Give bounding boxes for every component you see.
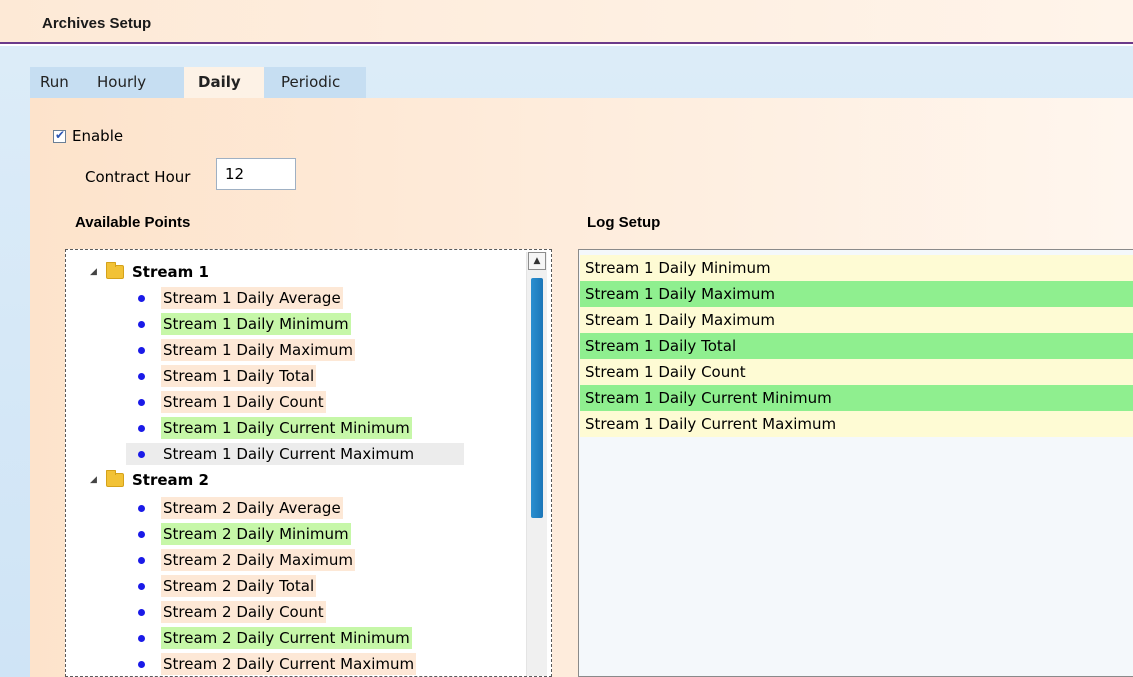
- bullet-icon: [138, 556, 145, 564]
- tree-item[interactable]: Stream 2 Daily Count: [126, 601, 326, 623]
- bullet-icon: [138, 346, 145, 354]
- enable-checkbox[interactable]: ✔: [53, 127, 66, 143]
- tree-item[interactable]: Stream 2 Daily Average: [126, 497, 343, 519]
- log-row[interactable]: Stream 1 Daily Maximum: [580, 307, 1133, 333]
- tree-item-label: Stream 2 Daily Total: [161, 575, 317, 597]
- tree-item[interactable]: Stream 1 Daily Minimum: [126, 313, 351, 335]
- tree-item-label: Stream 2 Daily Maximum: [161, 549, 355, 571]
- bullet-icon: [138, 294, 145, 302]
- tree-item-label: Stream 2 Daily Average: [161, 497, 343, 519]
- log-setup-list[interactable]: Stream 1 Daily Minimum Stream 1 Daily Ma…: [578, 249, 1133, 677]
- tree-item-label: Stream 2 Daily Current Minimum: [161, 627, 412, 649]
- tree-item[interactable]: Stream 2 Daily Total: [126, 575, 317, 597]
- window-title: Archives Setup: [42, 15, 152, 32]
- tree-item-label: Stream 1 Daily Count: [161, 391, 326, 413]
- tree-group-stream-2[interactable]: ◢ Stream 2: [90, 469, 209, 491]
- bullet-icon: [138, 372, 145, 380]
- tree-item-label: Stream 1 Daily Total: [161, 365, 317, 387]
- bullet-icon: [138, 608, 145, 616]
- available-points-tree[interactable]: ◢ Stream 1 Stream 1 Daily Average Stream…: [65, 249, 552, 677]
- log-row[interactable]: Stream 1 Daily Maximum: [580, 281, 1133, 307]
- scroll-up-arrow-icon[interactable]: ▲: [528, 252, 546, 270]
- tree-item-label: Stream 1 Daily Maximum: [161, 339, 355, 361]
- enable-label: Enable: [72, 127, 124, 145]
- window-header: Archives Setup: [0, 0, 1133, 44]
- tree-item-label: Stream 1 Daily Current Minimum: [161, 417, 412, 439]
- tree-item-label: Stream 1 Daily Current Maximum: [161, 443, 417, 465]
- expand-triangle-icon[interactable]: ◢: [90, 475, 106, 485]
- bullet-icon: [138, 450, 145, 458]
- bullet-icon: [138, 660, 145, 668]
- log-row[interactable]: Stream 1 Daily Count: [580, 359, 1133, 385]
- tree-item-label: Stream 2 Daily Current Maximum: [161, 653, 417, 675]
- log-row[interactable]: Stream 1 Daily Minimum: [580, 255, 1133, 281]
- expand-triangle-icon[interactable]: ◢: [90, 267, 106, 277]
- checkmark-icon: ✔: [55, 127, 66, 142]
- log-setup-title: Log Setup: [587, 214, 661, 231]
- tab-run[interactable]: Run: [40, 67, 80, 98]
- tree-item-label: Stream 2 Daily Count: [161, 601, 326, 623]
- tree-item[interactable]: Stream 1 Daily Count: [126, 391, 326, 413]
- group-label: Stream 2: [132, 471, 209, 489]
- folder-icon: [106, 262, 124, 279]
- tree-scrollbar[interactable]: ▲: [526, 252, 547, 676]
- bullet-icon: [138, 582, 145, 590]
- tree-item[interactable]: Stream 2 Daily Minimum: [126, 523, 351, 545]
- bullet-icon: [138, 424, 145, 432]
- tree-item-label: Stream 1 Daily Average: [161, 287, 343, 309]
- tab-periodic[interactable]: Periodic: [281, 67, 351, 98]
- folder-icon: [106, 470, 124, 487]
- tree-item-label: Stream 1 Daily Minimum: [161, 313, 351, 335]
- tab-daily[interactable]: Daily: [184, 67, 264, 98]
- tree-item[interactable]: Stream 1 Daily Current Minimum: [126, 417, 412, 439]
- tree-item-selected[interactable]: Stream 1 Daily Current Maximum: [126, 443, 464, 465]
- available-points-title: Available Points: [75, 214, 191, 231]
- contract-hour-input[interactable]: [216, 158, 296, 190]
- tree-item-label: Stream 2 Daily Minimum: [161, 523, 351, 545]
- contract-hour-label: Contract Hour: [85, 168, 191, 186]
- log-row[interactable]: Stream 1 Daily Current Maximum: [580, 411, 1133, 437]
- log-row[interactable]: Stream 1 Daily Current Minimum: [580, 385, 1133, 411]
- tree-item[interactable]: Stream 2 Daily Current Maximum: [126, 653, 417, 675]
- scroll-thumb[interactable]: [531, 278, 543, 518]
- bullet-icon: [138, 320, 145, 328]
- tree-item[interactable]: Stream 1 Daily Maximum: [126, 339, 355, 361]
- bullet-icon: [138, 530, 145, 538]
- log-row[interactable]: Stream 1 Daily Total: [580, 333, 1133, 359]
- enable-row[interactable]: ✔ Enable: [53, 127, 123, 145]
- tab-hourly[interactable]: Hourly: [97, 67, 157, 98]
- tree-item[interactable]: Stream 2 Daily Maximum: [126, 549, 355, 571]
- bullet-icon: [138, 504, 145, 512]
- bullet-icon: [138, 398, 145, 406]
- bullet-icon: [138, 634, 145, 642]
- tree-item[interactable]: Stream 1 Daily Total: [126, 365, 317, 387]
- tree-item[interactable]: Stream 1 Daily Average: [126, 287, 343, 309]
- tree-item[interactable]: Stream 2 Daily Current Minimum: [126, 627, 412, 649]
- group-label: Stream 1: [132, 263, 209, 281]
- tree-group-stream-1[interactable]: ◢ Stream 1: [90, 261, 209, 283]
